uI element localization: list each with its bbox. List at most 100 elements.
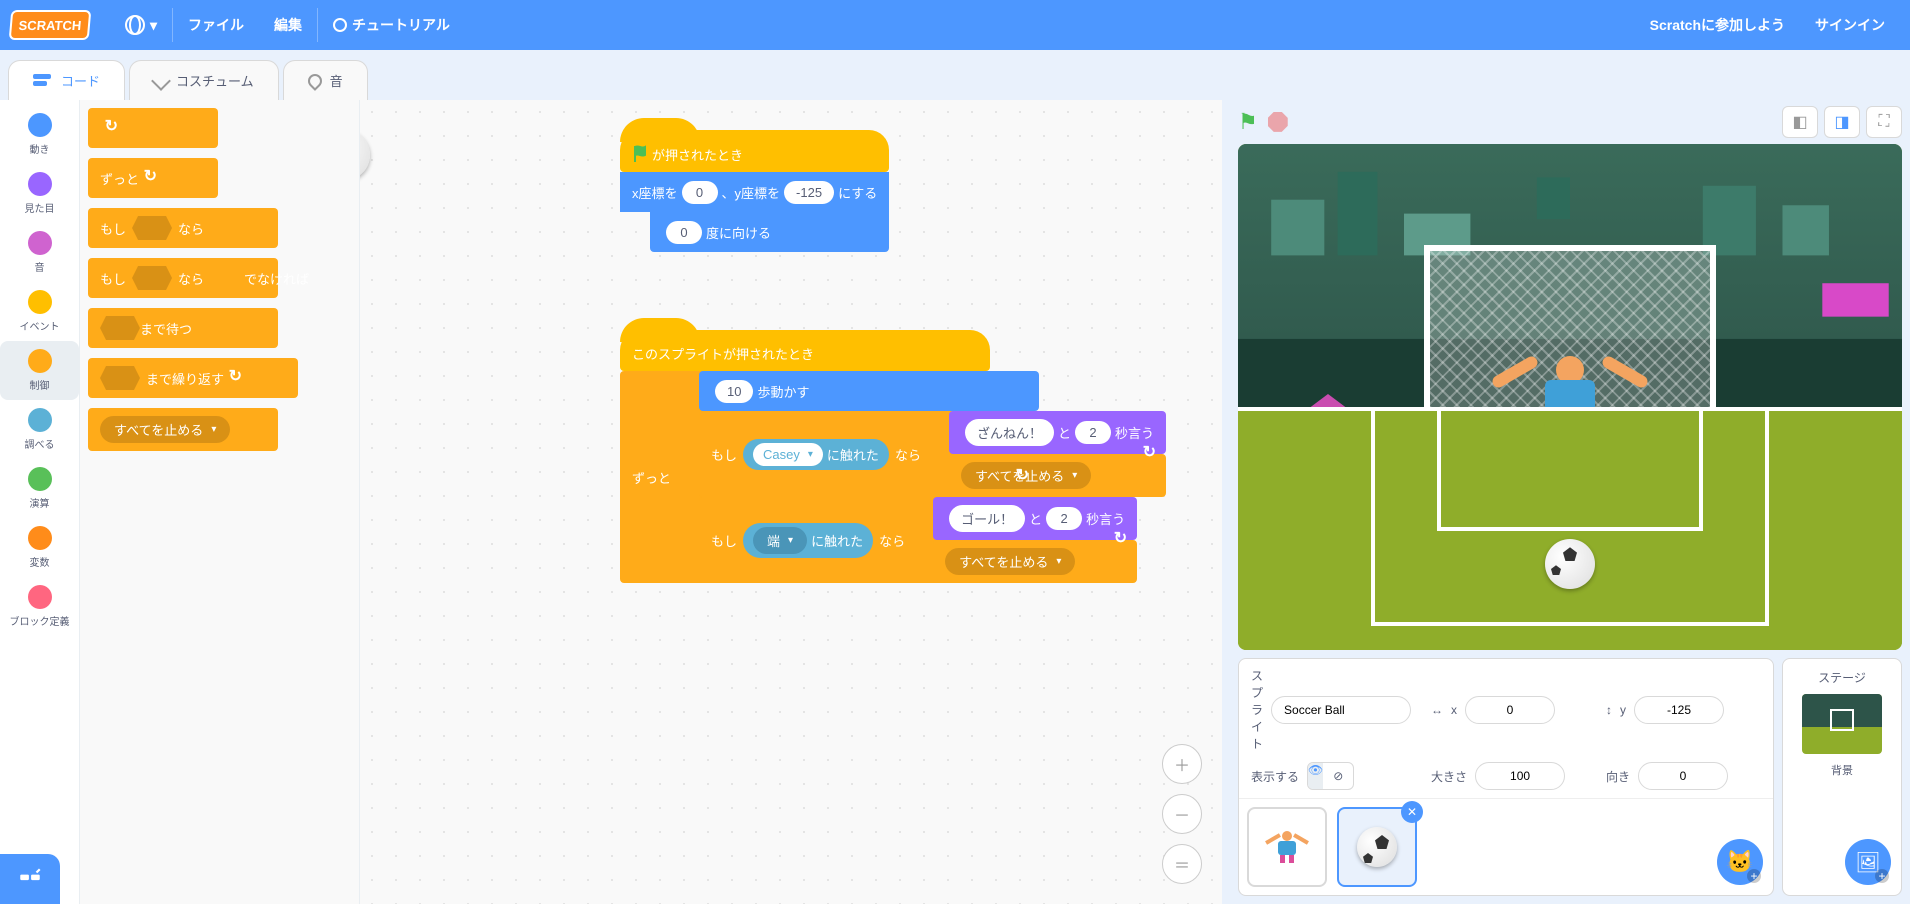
join-button[interactable]: Scratchに参加しよう [1635,0,1800,50]
tutorials-button[interactable]: チュートリアル [318,0,465,50]
stage-thumbnail[interactable] [1802,694,1882,754]
stage-label: ステージ [1818,669,1866,686]
palette-block-forever2[interactable]: ずっと [88,158,218,198]
sprite-name-input[interactable] [1271,696,1411,724]
code-icon [33,74,53,88]
ball-icon [1357,827,1397,867]
tab-sounds[interactable]: 音 [283,60,368,100]
stop-button[interactable] [1268,112,1288,132]
category-変数[interactable]: 変数 [0,518,79,577]
category-ブロック定義[interactable]: ブロック定義 [0,577,79,636]
script-stack-1[interactable]: が押されたとき x座標を0、y座標を-125にする 0度に向ける [620,130,889,252]
brush-icon [151,71,171,91]
block-when-sprite-clicked[interactable]: このスプライトが押されたとき [620,330,990,371]
hide-sprite-button[interactable]: ⊘ [1323,763,1353,789]
direction-label: 向き [1606,768,1630,785]
bulb-icon [333,18,347,32]
delete-sprite-button[interactable]: ✕ [1401,801,1423,823]
sprite-size-input[interactable] [1475,762,1565,790]
category-音[interactable]: 音 [0,223,79,282]
zoom-reset-button[interactable]: ＝ [1162,844,1202,884]
block-if-casey[interactable]: もし Caseyに触れた なら ざんねん！と2秒言う すべてを止める [699,411,1039,497]
block-when-flag-clicked[interactable]: が押されたとき [620,130,889,172]
palette-block-stop[interactable]: すべてを止める [88,408,278,451]
signin-button[interactable]: サインイン [1800,0,1900,50]
block-if-edge[interactable]: もし 端に触れた なら ゴール！と2秒言う すべてを止める [699,497,1039,583]
show-sprite-button[interactable]: 👁 [1308,763,1323,789]
globe-icon [125,15,145,35]
script-stack-2[interactable]: このスプライトが押されたとき ずっと 10歩動かす もし Caseyに触れた な… [620,330,990,583]
block-goto-xy[interactable]: x座標を0、y座標を-125にする [620,172,889,212]
cat-icon: 🐱 [1726,849,1753,875]
category-label: 制御 [30,377,50,392]
green-flag-button[interactable]: ⚑ [1238,109,1258,135]
palette-block-if[interactable]: もしなら [88,208,278,248]
palette-block-if-else[interactable]: もしならでなければ [88,258,278,298]
category-label: ブロック定義 [10,613,70,628]
block-touching-edge[interactable]: 端に触れた [743,523,873,558]
language-menu[interactable]: ▾ [110,0,172,50]
code-editor: 動き見た目音イベント制御調べる演算変数ブロック定義 ずっと もしなら もしならで… [0,100,1222,904]
stage-full-button[interactable]: ⛶ [1866,106,1902,138]
category-見た目[interactable]: 見た目 [0,164,79,223]
zoom-out-button[interactable]: － [1162,794,1202,834]
block-categories: 動き見た目音イベント制御調べる演算変数ブロック定義 [0,100,80,904]
add-sprite-button[interactable]: 🐱 [1717,839,1763,885]
sprite-thumbnail-icon [360,130,370,180]
block-palette[interactable]: ずっと もしなら もしならでなければ まで待つ まで繰り返す すべてを止める [80,100,360,904]
add-backdrop-button[interactable]: 🖼 [1845,839,1891,885]
stage-selector[interactable]: ステージ 背景 🖼 [1782,658,1902,896]
goalie-icon [1267,827,1307,867]
category-label: 演算 [30,495,50,510]
green-flag-icon [632,144,652,164]
stage-large-button[interactable]: ◨ [1824,106,1860,138]
category-label: 調べる [25,436,55,451]
palette-block-forever[interactable] [88,108,218,148]
sprite-info-panel: スプライト ↔x ↕y 表示する 👁 [1238,658,1774,896]
zoom-in-button[interactable]: ＋ [1162,744,1202,784]
category-dot-icon [28,467,52,491]
sprite-direction-input[interactable] [1638,762,1728,790]
category-dot-icon [28,290,52,314]
tab-code[interactable]: コード [8,60,125,100]
file-menu[interactable]: ファイル [173,0,259,50]
extensions-button[interactable] [0,854,60,904]
edit-menu[interactable]: 編集 [259,0,317,50]
extensions-icon [17,866,43,892]
backdrop-label: 背景 [1831,762,1853,778]
block-forever[interactable]: ずっと 10歩動かす もし Caseyに触れた なら [620,371,990,583]
category-演算[interactable]: 演算 [0,459,79,518]
scratch-logo[interactable]: SCRATCH [9,10,92,40]
palette-block-repeat-until[interactable]: まで繰り返す [88,358,298,398]
category-調べる[interactable]: 調べる [0,400,79,459]
workspace[interactable]: が押されたとき x座標を0、y座標を-125にする 0度に向ける このスプライト… [360,100,1222,904]
sprite-item-soccer-ball[interactable]: ✕ [1337,807,1417,887]
block-say-goal[interactable]: ゴール！と2秒言う [933,497,1137,540]
size-label: 大きさ [1431,768,1467,785]
sprite-item-casey[interactable] [1247,807,1327,887]
stage[interactable] [1238,144,1902,650]
category-dot-icon [28,349,52,373]
category-動き[interactable]: 動き [0,105,79,164]
block-stop-all-2[interactable]: すべてを止める [933,540,1137,583]
category-制御[interactable]: 制御 [0,341,79,400]
block-point-direction[interactable]: 0度に向ける [650,212,889,252]
block-touching-casey[interactable]: Caseyに触れた [743,439,889,470]
show-label: 表示する [1251,768,1299,785]
category-dot-icon [28,585,52,609]
category-dot-icon [28,231,52,255]
block-move-steps[interactable]: 10歩動かす [699,371,1039,411]
category-イベント[interactable]: イベント [0,282,79,341]
soccer-ball-sprite[interactable] [1545,539,1595,589]
block-stop-all-1[interactable]: すべてを止める [949,454,1166,497]
stage-field [1238,407,1902,650]
sprite-y-input[interactable] [1634,696,1724,724]
sound-icon [305,71,325,91]
block-say-fail[interactable]: ざんねん！と2秒言う [949,411,1166,454]
stage-small-button[interactable]: ◧ [1782,106,1818,138]
palette-block-wait-until[interactable]: まで待つ [88,308,278,348]
sprite-x-input[interactable] [1465,696,1555,724]
menu-bar: SCRATCH ▾ ファイル 編集 チュートリアル Scratchに参加しよう … [0,0,1910,50]
tab-bar: コード コスチューム 音 [0,50,1910,100]
tab-costumes[interactable]: コスチューム [129,60,279,100]
